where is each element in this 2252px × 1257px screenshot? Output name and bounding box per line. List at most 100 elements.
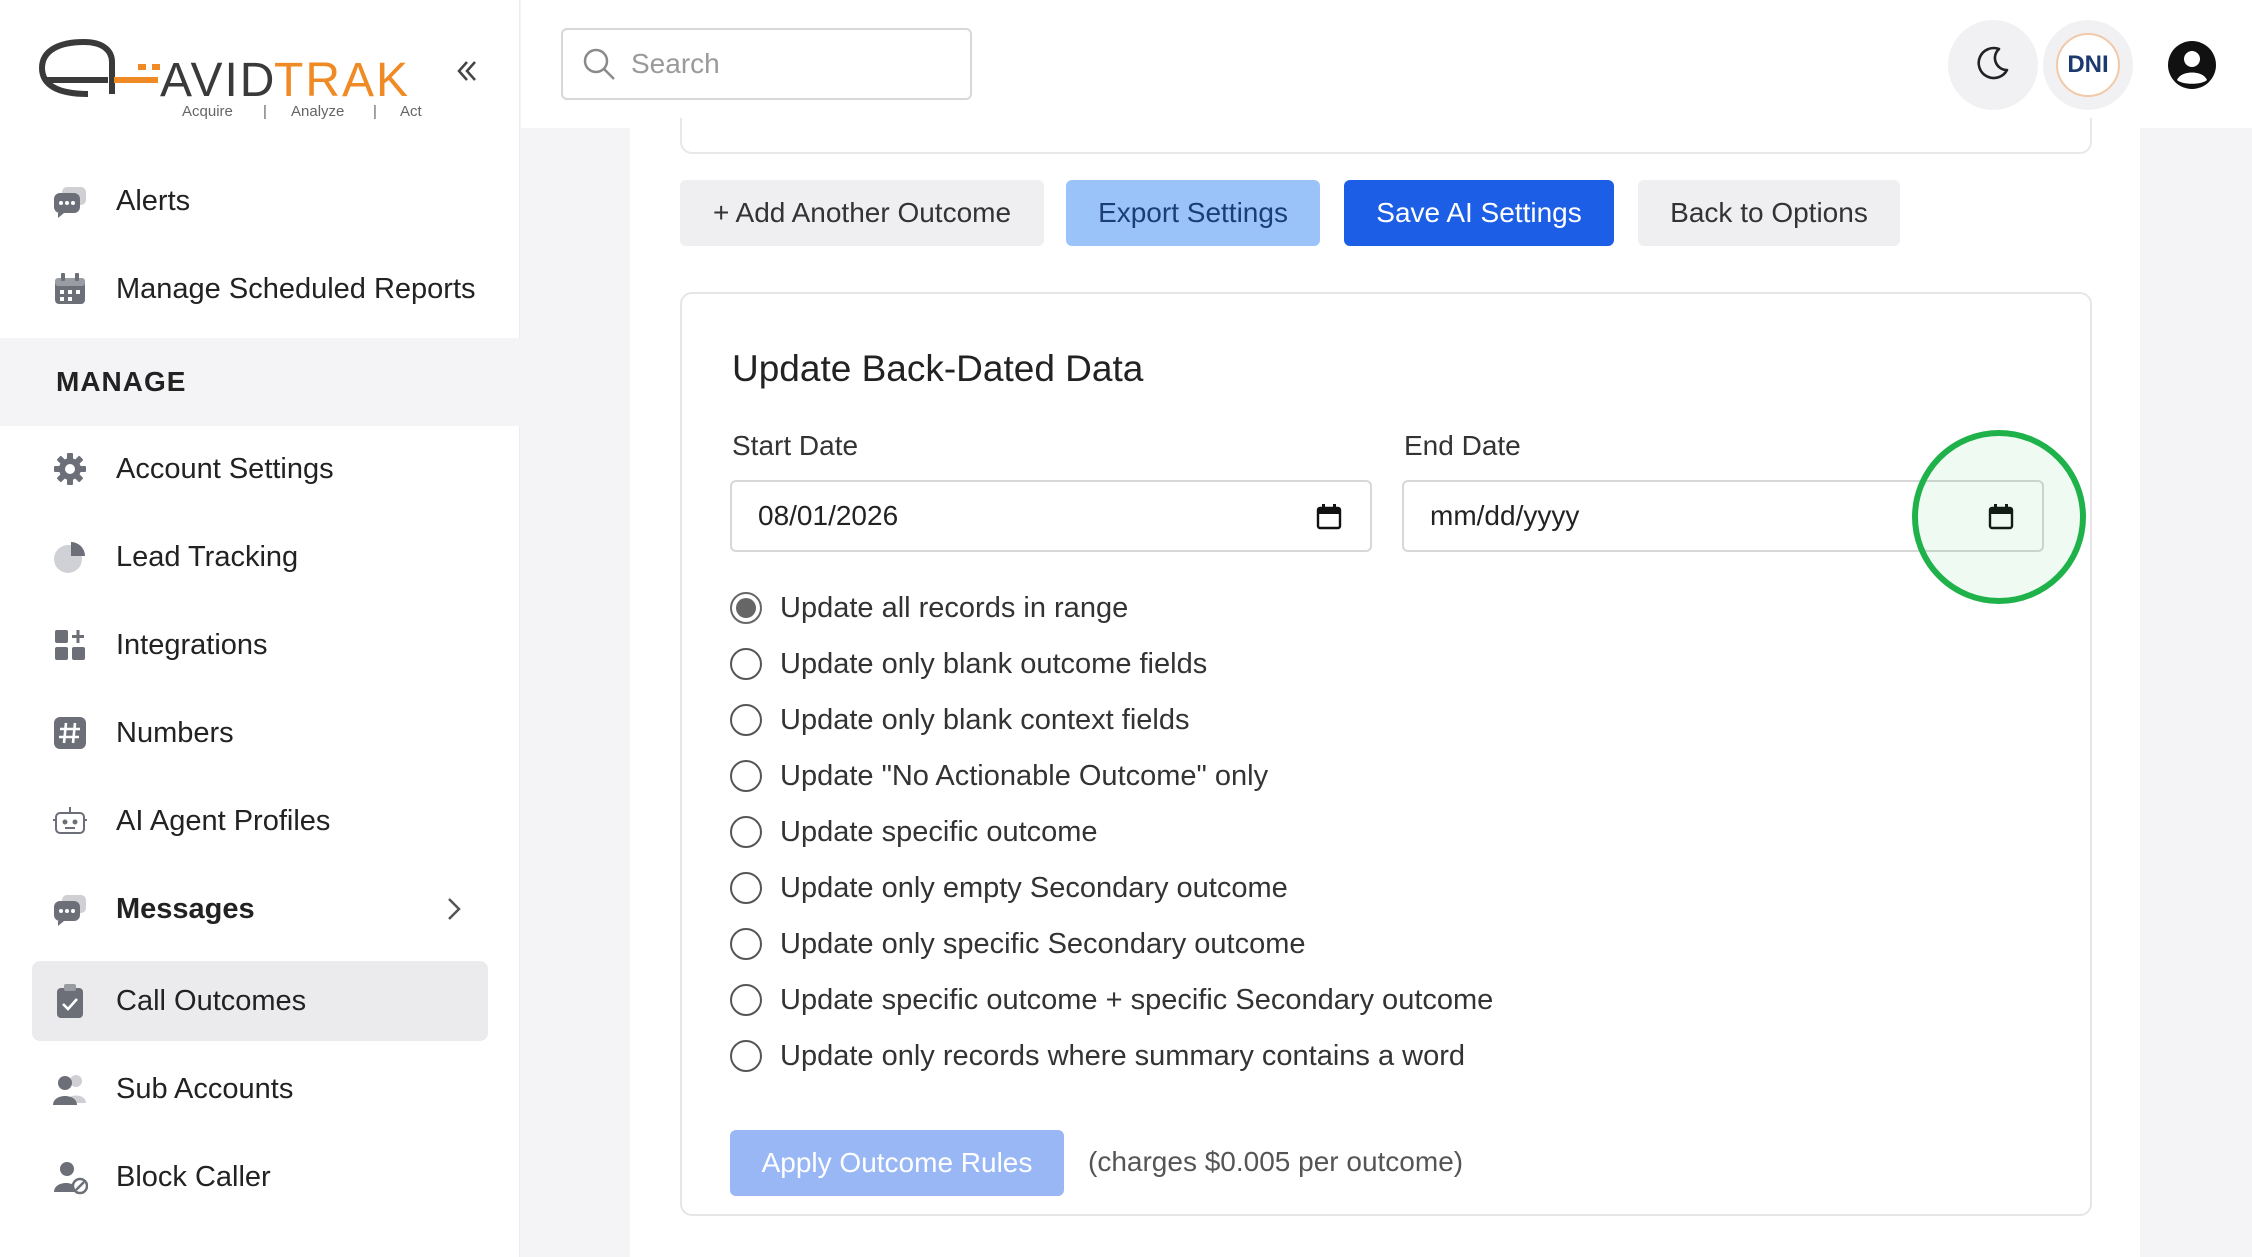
radio-option[interactable]: Update only records where summary contai…	[730, 1036, 1465, 1076]
radio-label: Update all records in range	[780, 591, 1129, 624]
back-to-options-button[interactable]: Back to Options	[1638, 180, 1900, 246]
radio-label: Update "No Actionable Outcome" only	[780, 759, 1269, 792]
radio-label: Update only blank outcome fields	[780, 647, 1208, 680]
radio-option[interactable]: Update only blank outcome fields	[730, 644, 1207, 684]
sidebar-item-account-settings[interactable]: Account Settings	[32, 429, 488, 509]
sidebar-item-call-outcomes[interactable]: Call Outcomes	[32, 961, 488, 1041]
pie-chart-icon	[52, 539, 88, 575]
sidebar-item-label: Manage Scheduled Reports	[116, 272, 476, 305]
main-content: + Add Another Outcome Export Settings Sa…	[630, 118, 2140, 1257]
sidebar-item-numbers[interactable]: Numbers	[32, 693, 488, 773]
radio-button[interactable]	[730, 592, 762, 624]
start-date-value: 08/01/2026	[758, 500, 899, 531]
user-block-icon	[52, 1159, 88, 1195]
collapse-sidebar-icon[interactable]	[452, 56, 482, 86]
radio-button[interactable]	[730, 928, 762, 960]
radio-option[interactable]: Update specific outcome + specific Secon…	[730, 980, 1493, 1020]
calendar-icon	[52, 271, 88, 307]
svg-text:|: |	[373, 103, 377, 120]
sidebar-item-label: Integrations	[116, 628, 268, 661]
sidebar: AVID TRAK Acquire | Analyze | Act Alerts…	[0, 0, 520, 1257]
sidebar-item-label: Call Outcomes	[116, 984, 307, 1017]
radio-button[interactable]	[730, 648, 762, 680]
hash-icon	[52, 715, 88, 751]
sidebar-item-messages[interactable]: Messages	[32, 869, 488, 949]
radio-option[interactable]: Update specific outcome	[730, 812, 1098, 852]
radio-button[interactable]	[730, 760, 762, 792]
svg-text:|: |	[263, 103, 267, 120]
start-date-label: Start Date	[732, 430, 859, 461]
end-date-value: mm/dd/yyyy	[1430, 500, 1580, 531]
end-date-label: End Date	[1404, 430, 1521, 461]
svg-text:TRAK: TRAK	[274, 54, 410, 107]
clipboard-icon	[52, 983, 88, 1019]
sidebar-item-label: AI Agent Profiles	[116, 804, 331, 837]
svg-text:AVID: AVID	[160, 54, 276, 107]
radio-label: Update specific outcome + specific Secon…	[780, 983, 1494, 1016]
sidebar-item-lead-tracking[interactable]: Lead Tracking	[32, 517, 488, 597]
radio-button[interactable]	[730, 984, 762, 1016]
add-another-outcome-button[interactable]: + Add Another Outcome	[680, 180, 1044, 246]
svg-text:Analyze: Analyze	[291, 103, 344, 120]
users-icon	[52, 1071, 88, 1107]
radio-option[interactable]: Update only empty Secondary outcome	[730, 868, 1288, 908]
robot-icon	[52, 803, 88, 839]
sidebar-item-ai-agent-profiles[interactable]: AI Agent Profiles	[32, 781, 488, 861]
sidebar-item-label: Sub Accounts	[116, 1072, 294, 1105]
radio-button[interactable]	[730, 704, 762, 736]
calendar-icon[interactable]	[1314, 502, 1344, 532]
chat-bubble-icon	[52, 891, 88, 927]
sidebar-item-label: Messages	[116, 892, 255, 925]
sidebar-item-manage-scheduled-reports[interactable]: Manage Scheduled Reports	[32, 249, 488, 329]
sidebar-item-alerts[interactable]: Alerts	[32, 161, 488, 241]
radio-button[interactable]	[730, 1040, 762, 1072]
gear-icon	[52, 451, 88, 487]
sidebar-item-label: Numbers	[116, 716, 234, 749]
avidtrak-logo[interactable]: AVID TRAK Acquire | Analyze | Act	[38, 22, 438, 122]
apply-outcome-rules-button[interactable]: Apply Outcome Rules	[730, 1130, 1064, 1196]
radio-label: Update only empty Secondary outcome	[780, 871, 1288, 904]
charges-note: (charges $0.005 per outcome)	[1088, 1146, 1464, 1177]
sidebar-item-label: Alerts	[116, 184, 191, 217]
export-settings-button[interactable]: Export Settings	[1066, 180, 1320, 246]
sidebar-section-header: MANAGE	[0, 338, 520, 426]
search-input[interactable]	[631, 48, 951, 80]
radio-label: Update only specific Secondary outcome	[780, 927, 1306, 960]
top-bar: DNI	[521, 0, 2252, 128]
radio-option[interactable]: Update "No Actionable Outcome" only	[730, 756, 1268, 796]
grid-plus-icon	[52, 627, 88, 663]
start-date-input[interactable]: 08/01/2026	[730, 480, 1372, 552]
chevron-right-icon	[444, 895, 464, 928]
card-title: Update Back-Dated Data	[732, 348, 1144, 389]
radio-option[interactable]: Update only blank context fields	[730, 700, 1189, 740]
radio-label: Update only blank context fields	[780, 703, 1190, 736]
radio-button[interactable]	[730, 872, 762, 904]
sidebar-item-block-caller[interactable]: Block Caller	[32, 1137, 488, 1217]
radio-option[interactable]: Update only specific Secondary outcome	[730, 924, 1306, 964]
chat-bubble-icon	[52, 183, 88, 219]
end-date-input[interactable]: mm/dd/yyyy	[1402, 480, 2044, 552]
user-account-icon[interactable]	[2159, 32, 2225, 98]
sidebar-item-label: Account Settings	[116, 452, 334, 485]
update-backdated-card: Update Back-Dated Data Start Date 08/01/…	[680, 292, 2092, 1216]
dark-mode-toggle[interactable]	[1948, 20, 2038, 110]
radio-label: Update specific outcome	[780, 815, 1098, 848]
section-title: MANAGE	[56, 366, 187, 397]
moon-icon	[1973, 43, 2013, 88]
save-ai-settings-button[interactable]: Save AI Settings	[1344, 180, 1614, 246]
dni-button[interactable]: DNI	[2043, 20, 2133, 110]
radio-option[interactable]: Update all records in range	[730, 588, 1128, 628]
search-icon	[579, 44, 619, 84]
sidebar-item-integrations[interactable]: Integrations	[32, 605, 488, 685]
calendar-icon[interactable]	[1986, 502, 2016, 532]
dni-badge: DNI	[2056, 33, 2120, 97]
svg-text:Acquire: Acquire	[182, 103, 233, 120]
sidebar-item-label: Block Caller	[116, 1160, 271, 1193]
search-box[interactable]	[561, 28, 972, 100]
radio-button[interactable]	[730, 816, 762, 848]
svg-text:Act: Act	[400, 103, 423, 120]
radio-label: Update only records where summary contai…	[780, 1039, 1466, 1072]
sidebar-item-label: Lead Tracking	[116, 540, 299, 573]
previous-card-edge	[680, 118, 2092, 154]
sidebar-item-sub-accounts[interactable]: Sub Accounts	[32, 1049, 488, 1129]
